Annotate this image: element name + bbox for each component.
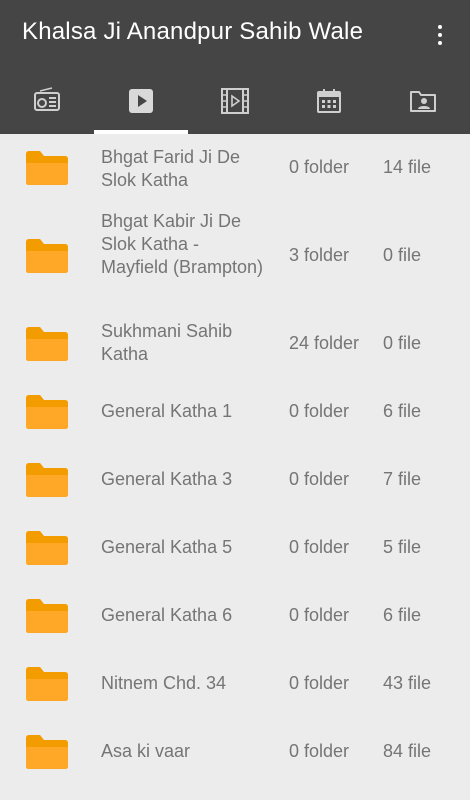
folder-icon [26, 667, 68, 701]
folder-name: Nitnem Chd. 34 [101, 673, 227, 693]
file-count: 0 file [383, 245, 422, 265]
overflow-menu-icon[interactable] [426, 20, 454, 50]
folder-count: 0 folder [289, 469, 350, 489]
folder-icon [26, 735, 68, 769]
folder-name: General Katha 6 [101, 605, 233, 625]
folder-icon [26, 395, 68, 429]
list-item[interactable]: General Katha 3 0 folder 7 file [0, 446, 470, 514]
calendar-icon [317, 89, 341, 113]
video-film-icon [221, 88, 249, 114]
folder-count: 0 folder [289, 537, 350, 557]
app-bar: Khalsa Ji Anandpur Sahib Wale [0, 0, 470, 134]
file-count: 14 file [383, 157, 432, 177]
list-item[interactable]: Bhgat Farid Ji De Slok Katha 0 folder 14 f… [0, 134, 470, 202]
folder-count: 0 folder [289, 673, 350, 693]
tab-play[interactable] [94, 68, 188, 134]
folder-name: Sukhmani Sahib Katha [101, 321, 233, 364]
folder-count: 24 folder [289, 333, 360, 353]
file-count: 6 file [383, 605, 422, 625]
list-item[interactable]: General Katha 5 0 folder 5 file [0, 514, 470, 582]
folder-count: 0 folder [289, 605, 350, 625]
folder-name: General Katha 1 [101, 401, 233, 421]
folder-icon [26, 463, 68, 497]
file-count: 7 file [383, 469, 422, 489]
folder-icon [26, 531, 68, 565]
folder-count: 0 folder [289, 741, 350, 761]
play-icon [129, 89, 153, 113]
list-item[interactable]: Asa ki vaar 0 folder 84 file [0, 718, 470, 786]
tab-calendar[interactable] [282, 68, 376, 134]
folder-account-icon [410, 91, 436, 112]
file-count: 84 file [383, 741, 432, 761]
list-item[interactable]: Nitnem Chd. 34 0 folder 43 file [0, 650, 470, 718]
folder-icon [26, 151, 68, 185]
folder-count: 0 folder [289, 401, 350, 421]
radio-icon [34, 87, 60, 111]
folder-count: 0 folder [289, 157, 350, 177]
list-item[interactable]: General Katha 1 0 folder 6 file [0, 378, 470, 446]
folder-name: Bhgat Farid Ji De Slok Katha [101, 147, 241, 190]
tab-video[interactable] [188, 68, 282, 134]
folder-count: 3 folder [289, 245, 350, 265]
tab-bar [0, 68, 470, 134]
folder-name: Bhgat Kabir Ji De Slok Katha - Mayfield … [101, 211, 264, 277]
file-count: 6 file [383, 401, 422, 421]
tab-folder[interactable] [376, 68, 470, 134]
folder-name: Asa ki vaar [101, 741, 191, 761]
list-item[interactable]: Sukhmani Sahib Katha 24 folder 0 file [0, 310, 470, 378]
folder-name: General Katha 5 [101, 537, 233, 557]
file-count: 0 file [383, 333, 422, 353]
file-count: 43 file [383, 673, 432, 693]
file-count: 5 file [383, 537, 422, 557]
list-item[interactable]: Bhgat Kabir Ji De Slok Katha - Mayfield … [0, 202, 470, 310]
folder-name: General Katha 3 [101, 469, 233, 489]
app-title: Khalsa Ji Anandpur Sahib Wale [22, 18, 364, 45]
folder-icon [26, 327, 68, 361]
folder-icon [26, 599, 68, 633]
tab-radio[interactable] [0, 68, 94, 134]
folder-icon [26, 239, 68, 273]
list-item[interactable]: General Katha 6 0 folder 6 file [0, 582, 470, 650]
